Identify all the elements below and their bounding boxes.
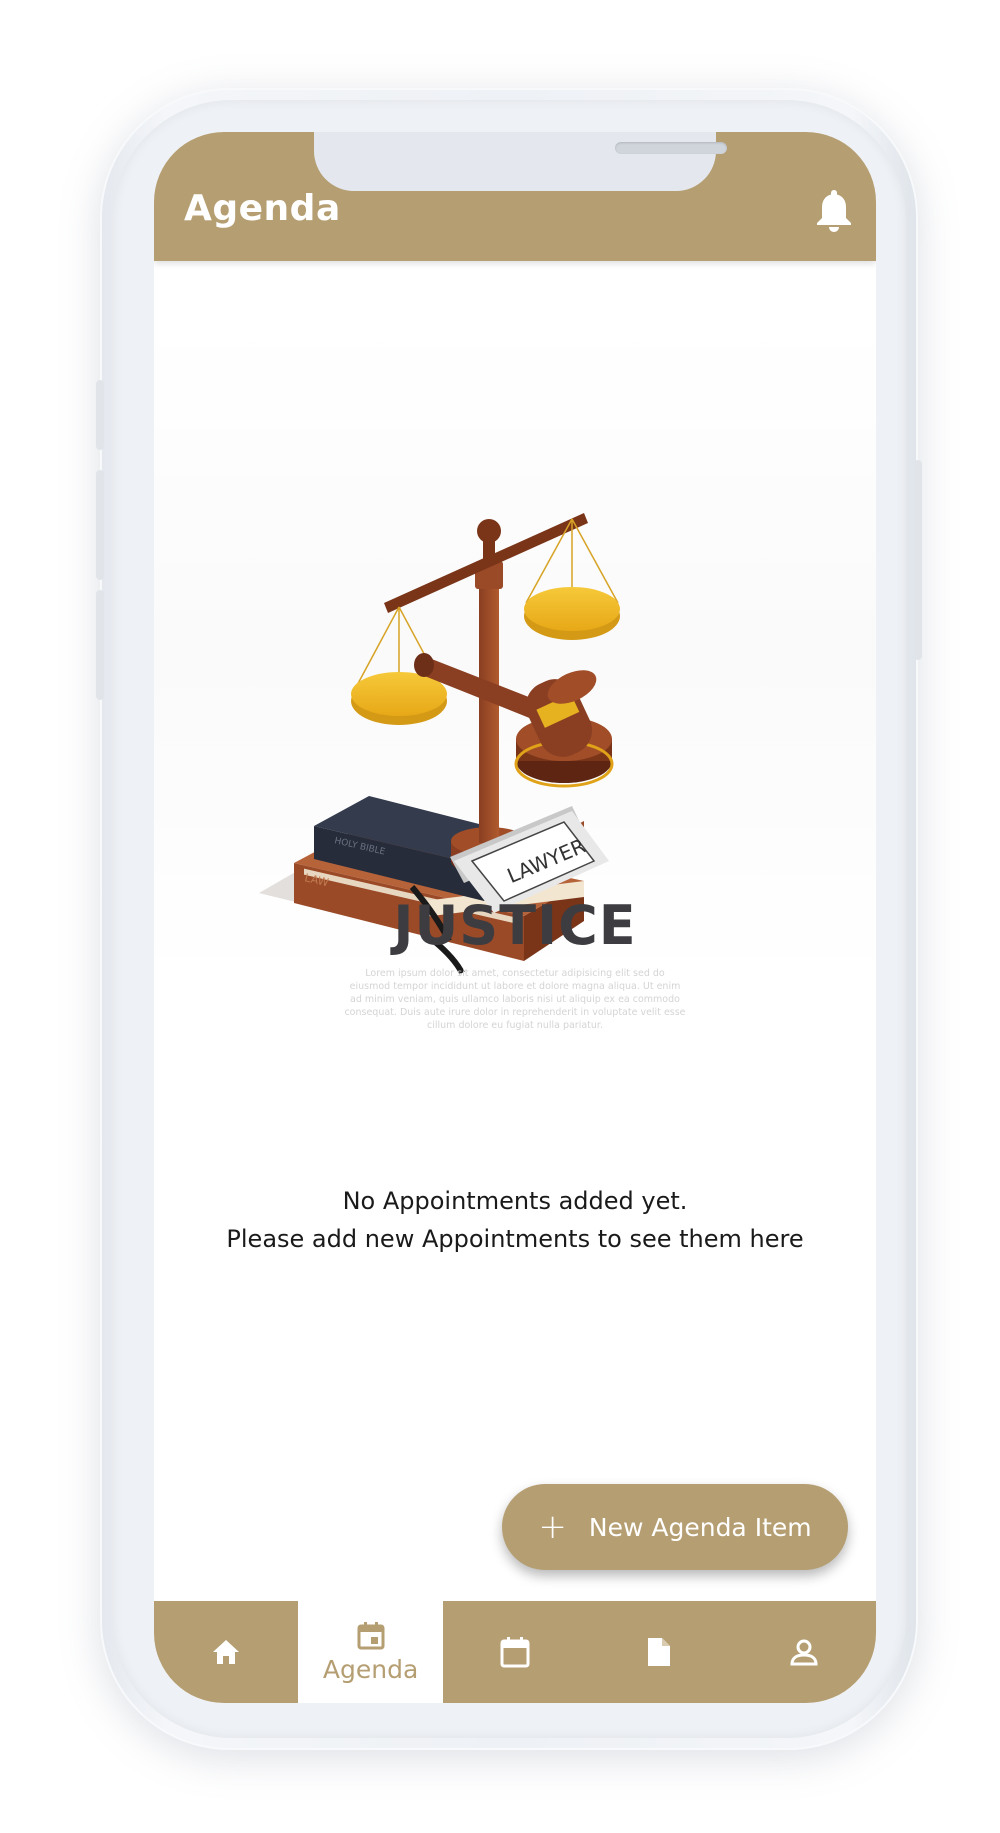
power-button xyxy=(914,460,922,660)
empty-state-message: No Appointments added yet. Please add ne… xyxy=(154,1182,876,1258)
nav-item-agenda[interactable]: Agenda xyxy=(298,1601,443,1703)
document-icon xyxy=(648,1638,671,1666)
notch xyxy=(314,132,727,191)
empty-state-line1: No Appointments added yet. xyxy=(342,1187,688,1215)
empty-state-line2: Please add new Appointments to see them … xyxy=(226,1225,804,1253)
person-icon xyxy=(790,1639,818,1666)
volume-up-button xyxy=(96,380,104,450)
app-screen: Agenda LAWYER HOLY BIBLE LAW JUSTICE Lor… xyxy=(154,132,876,1703)
event-icon xyxy=(357,1621,385,1649)
nav-item-documents[interactable] xyxy=(587,1601,731,1703)
illustration-heading: JUSTICE xyxy=(393,894,637,957)
nav-item-home[interactable] xyxy=(154,1601,298,1703)
new-agenda-item-label: New Agenda Item xyxy=(588,1512,812,1542)
bottom-navigation: Agenda xyxy=(154,1601,876,1703)
illustration-caption: Lorem ipsum dolor sit amet, consectetur … xyxy=(344,968,686,1031)
page-title: Agenda xyxy=(184,188,341,229)
app-bar: Agenda xyxy=(154,132,876,261)
nav-item-agenda-label: Agenda xyxy=(322,1654,419,1684)
device-mockup: Agenda LAWYER HOLY BIBLE LAW JUSTICE Lor… xyxy=(0,0,1000,1833)
nav-item-calendar[interactable] xyxy=(443,1601,587,1703)
mute-switch xyxy=(96,590,104,700)
plus-icon: + xyxy=(538,1507,567,1547)
bell-icon[interactable] xyxy=(814,188,854,232)
volume-down-button xyxy=(96,470,104,580)
nav-item-profile[interactable] xyxy=(732,1601,876,1703)
calendar-icon xyxy=(500,1637,530,1668)
speaker-grille xyxy=(615,142,727,154)
new-agenda-item-button[interactable]: + New Agenda Item xyxy=(502,1484,848,1570)
home-icon xyxy=(213,1640,240,1664)
